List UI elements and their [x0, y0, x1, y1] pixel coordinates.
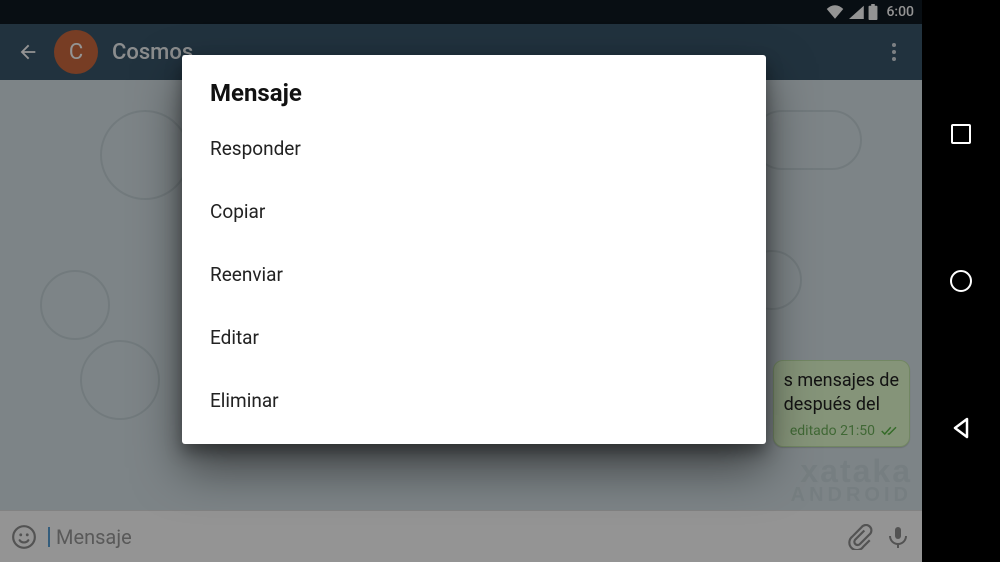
app-screen: 6:00 C Cosmos s mensajes de después del …	[0, 0, 922, 562]
system-nav-bar	[922, 0, 1000, 562]
dialog-item-reply[interactable]: Responder	[182, 117, 766, 180]
nav-back-button[interactable]	[946, 413, 976, 443]
dialog-item-edit[interactable]: Editar	[182, 306, 766, 369]
nav-home-button[interactable]	[946, 266, 976, 296]
nav-overview-button[interactable]	[946, 119, 976, 149]
message-context-dialog: Mensaje Responder Copiar Reenviar Editar…	[182, 55, 766, 444]
dialog-item-forward[interactable]: Reenviar	[182, 243, 766, 306]
dialog-item-delete[interactable]: Eliminar	[182, 369, 766, 432]
dialog-item-copy[interactable]: Copiar	[182, 180, 766, 243]
dialog-title: Mensaje	[182, 79, 766, 117]
